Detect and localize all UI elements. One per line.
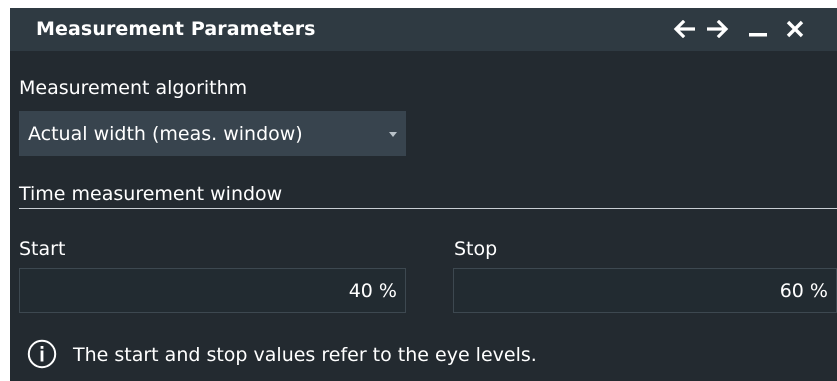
measurement-parameters-dialog: Measurement Parameters Measurement algor… (10, 8, 837, 381)
title-bar[interactable]: Measurement Parameters (10, 8, 837, 51)
start-input[interactable]: 40 % (19, 268, 406, 313)
section-divider (19, 208, 837, 209)
stop-label: Stop (454, 238, 498, 260)
minimize-button[interactable] (744, 15, 772, 43)
info-icon (27, 339, 57, 369)
algorithm-dropdown[interactable]: Actual width (meas. window) (19, 111, 406, 156)
close-icon (786, 20, 804, 38)
start-label: Start (19, 238, 66, 260)
minimize-icon (749, 33, 767, 37)
start-value: 40 % (348, 280, 397, 302)
stop-value: 60 % (779, 280, 828, 302)
arrow-left-icon (673, 20, 695, 38)
back-button[interactable] (670, 15, 698, 43)
stop-input[interactable]: 60 % (453, 268, 837, 313)
algorithm-label: Measurement algorithm (19, 77, 248, 99)
info-message: The start and stop values refer to the e… (73, 344, 537, 366)
algorithm-selected-value: Actual width (meas. window) (28, 123, 303, 145)
forward-button[interactable] (704, 15, 732, 43)
chevron-down-icon (389, 132, 397, 137)
dialog-title: Measurement Parameters (36, 18, 316, 40)
close-button[interactable] (781, 15, 809, 43)
time-window-section-label: Time measurement window (19, 183, 283, 205)
arrow-right-icon (707, 20, 729, 38)
